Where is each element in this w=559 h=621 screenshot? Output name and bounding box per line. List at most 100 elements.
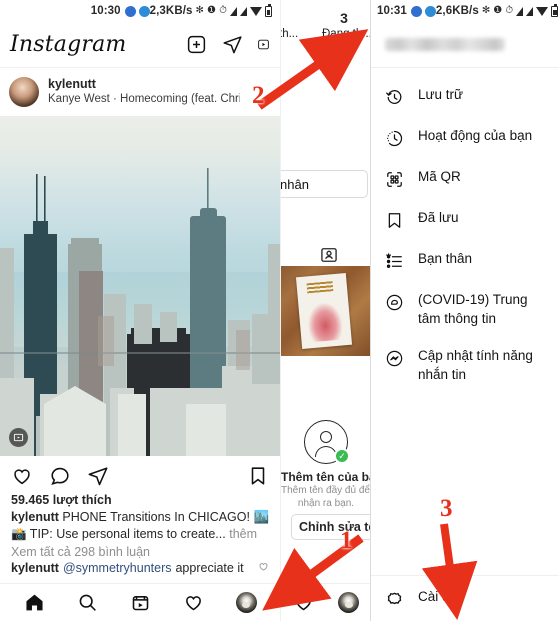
status-notification-icons-right [410,5,436,17]
notification-badge-icon-right-2 [424,5,436,17]
menu-label: Hoạt động của bạn [418,128,533,143]
annotation-number-3: 3 [440,495,453,522]
signal-icon-right-1 [516,6,524,16]
battery-icon-right [551,4,559,17]
messenger-icon [383,347,405,369]
menu-item-covid-info[interactable]: (COVID-19) Trung tâm thông tin [371,281,559,337]
caption-username[interactable]: kylenutt [11,510,59,524]
status-right-cluster-right: 2,6KB/s ✻ ❶ ⏱ [435,4,559,17]
notification-badge-icon [124,5,136,17]
book-thumbnail [295,272,353,350]
search-icon[interactable] [77,592,99,614]
battery-icon [265,4,272,17]
tagged-users-icon[interactable] [9,428,28,447]
post-image[interactable] [0,116,280,456]
vibrate-icon: ❶ [207,5,217,16]
view-all-comments-link[interactable]: Xem tất cả 298 bình luận [0,542,280,559]
menu-label: Cập nhật tính năng nhắn tin [418,348,533,382]
profile-avatar[interactable] [235,592,257,613]
bottom-navigation-left [0,583,280,621]
bluetooth-icon-right: ✻ [481,5,491,16]
post-music-label[interactable]: Kanye West · Homecoming (feat. Chris M..… [48,92,240,107]
covid-info-icon [383,291,405,313]
comment-mention[interactable]: @symmetryhunters [63,561,172,575]
switch-professional-account-button[interactable]: nhân [280,170,368,198]
network-speed: 2,3KB/s [149,5,193,17]
menu-label: Lưu trữ [418,87,464,102]
menu-label: Mã QR [418,169,461,184]
status-bar-right: 10:31 2,6KB/s ✻ ❶ ⏱ [371,0,559,22]
post-author-avatar[interactable] [9,77,39,107]
profile-stat-following[interactable]: 3 Đang th... [322,10,370,42]
menu-item-messaging-update[interactable]: Cập nhật tính năng nhắn tin [371,337,559,393]
wifi-icon [250,6,262,16]
menu-list: Lưu trữ Hoạt động của bạn Mã QR Đã lưu B… [371,68,559,393]
menu-item-close-friends[interactable]: Bạn thân [371,240,559,281]
verified-check-icon: ✓ [334,448,350,464]
notification-badge-icon-2 [138,5,150,17]
app-header: Instagram [0,22,280,68]
add-post-icon[interactable] [185,34,207,56]
profile-stat-followers-cut[interactable]: th... [281,27,298,42]
bookmark-icon[interactable] [247,465,269,487]
comment-username[interactable]: kylenutt [11,561,59,575]
screenshot-root: 10:30 2,3KB/s ✻ ❶ ⏱ Instagram kylenutt K… [0,0,559,621]
share-icon[interactable] [87,465,109,487]
menu-item-saved[interactable]: Đã lưu [371,199,559,240]
reels-icon[interactable] [130,592,152,614]
post-header: kylenutt Kanye West · Homecoming (feat. … [0,68,280,116]
post-header-text: kylenutt Kanye West · Homecoming (feat. … [48,77,240,107]
menu-label: (COVID-19) Trung tâm thông tin [418,292,528,326]
signal-icon-right-2 [526,6,534,16]
menu-item-archive[interactable]: Lưu trữ [371,76,559,117]
menu-header [371,22,559,68]
menu-item-qr-code[interactable]: Mã QR [371,158,559,199]
archive-clock-icon [383,86,405,108]
instagram-feed-panel: 10:30 2,3KB/s ✻ ❶ ⏱ Instagram kylenutt K… [0,0,280,621]
status-time-right: 10:31 [377,5,407,17]
bookmark-icon [383,209,405,231]
annotation-arrow-1 [262,534,364,611]
app-logo: Instagram [10,32,127,57]
add-name-sub-2: nhận ra bạn. [297,498,355,509]
menu-label: Đã lưu [418,210,459,225]
pro-button-label: nhân [280,176,309,192]
home-icon[interactable] [24,592,46,614]
comment-like-icon[interactable] [258,561,269,575]
signal-icon-1 [230,6,237,16]
caption-more-link[interactable]: thêm [229,527,257,541]
profile-grid-photo[interactable] [281,266,370,356]
alarm-icon: ⏱ [219,5,227,16]
post-like-count[interactable]: 59.465 lượt thích [0,491,280,507]
tagged-photos-tab-icon[interactable] [319,245,339,265]
network-speed-right: 2,6KB/s [435,5,479,17]
activity-clock-icon [383,127,405,149]
stat-label: Đang th... [322,28,370,40]
annotation-number-1: 1 [340,527,353,554]
blurred-username [385,38,505,51]
direct-message-icon[interactable] [221,34,243,56]
add-name-sub-1: Thêm tên đầy đủ để bạ [281,485,370,496]
comment-text: appreciate it [175,561,244,575]
alarm-icon-right: ⏱ [505,5,514,16]
wifi-icon-right [536,6,549,16]
like-heart-icon[interactable] [11,465,33,487]
notification-badge-icon-right [410,5,422,17]
add-name-title: Thêm tên của bạ [281,470,370,484]
annotation-number-2: 2 [252,82,265,109]
gear-icon [383,588,405,610]
status-time: 10:30 [90,5,121,17]
qr-code-icon [383,168,405,190]
menu-item-your-activity[interactable]: Hoạt động của bạn [371,117,559,158]
annotation-arrow-3 [421,523,478,621]
signal-icon-2 [240,6,247,16]
stat-value: 3 [340,10,348,26]
vibrate-icon-right: ❶ [493,5,503,16]
activity-heart-icon[interactable] [183,592,205,614]
post-author-username[interactable]: kylenutt [48,77,240,92]
top-comment: kylenutt @symmetryhunters appreciate it [0,559,280,575]
status-bar-left: 10:30 2,3KB/s ✻ ❶ ⏱ [0,0,280,22]
status-right-cluster: 2,3KB/s ✻ ❶ ⏱ [149,4,272,17]
comment-icon[interactable] [49,465,71,487]
post-action-bar [0,456,280,491]
